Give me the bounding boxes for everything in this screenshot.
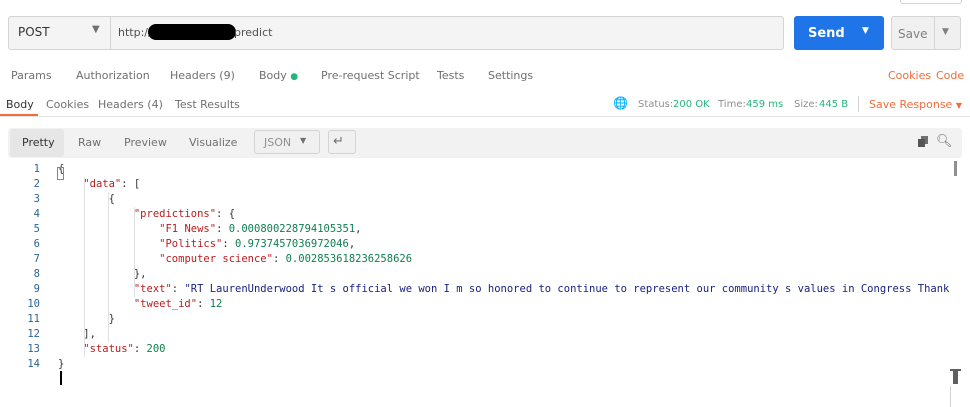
send-dropdown-icon[interactable]: ▼ [862,26,869,36]
save-response-label: Save Response [869,98,953,111]
chevron-down-icon: ▼ [955,101,962,110]
search-icon[interactable]: 🔍︎ [936,134,953,149]
cookies-link[interactable]: Cookies [888,69,931,82]
tab-tests[interactable]: Tests [437,69,464,82]
time-label: Time: [718,99,746,110]
view-visualize[interactable]: Visualize [189,136,237,149]
resp-tab-cookies[interactable]: Cookies [46,98,89,111]
tab-authorization[interactable]: Authorization [76,69,150,82]
tab-settings[interactable]: Settings [488,69,533,82]
wrap-icon: ↵ [333,134,344,149]
save-response-button[interactable]: Save Response ▼ [869,98,962,111]
scrollbar-thumb[interactable] [953,370,958,384]
text-cursor [60,371,62,385]
bracket-match-marker [57,167,64,180]
send-label[interactable]: Send [808,26,845,41]
window-corner [900,0,962,4]
save-divider [934,16,935,50]
view-raw[interactable]: Raw [78,136,101,149]
status-value: 200 OK [673,99,710,110]
resp-tab-test-results[interactable]: Test Results [175,98,240,111]
chevron-down-icon[interactable]: ▼ [92,24,100,35]
status-divider [858,96,859,112]
size-value: 445 B [819,99,849,110]
size-label: Size: [794,99,818,110]
view-preview[interactable]: Preview [124,136,167,149]
resp-tab-headers[interactable]: Headers (4) [98,98,163,111]
tab-headers[interactable]: Headers (9) [170,69,235,82]
body-indicator-icon: ● [290,72,299,82]
copy-icon[interactable] [918,136,928,147]
method-label: POST [18,25,50,39]
url-prefix[interactable]: http:// [118,26,152,39]
redaction-mark [148,24,236,40]
divider [0,116,970,117]
tab-prerequest[interactable]: Pre-request Script [321,69,420,82]
view-pretty[interactable]: Pretty [22,136,55,149]
tab-params[interactable]: Params [11,69,52,82]
url-suffix[interactable]: predict [234,26,272,39]
globe-icon[interactable]: 🌐 [613,96,628,110]
format-label: JSON [264,136,292,149]
save-dropdown-icon[interactable]: ▼ [942,27,949,37]
resp-tab-body[interactable]: Body [6,98,34,111]
code-link[interactable]: Code [936,69,964,82]
divider [950,386,951,407]
status-label: Status: [638,99,674,110]
scrollbar[interactable] [954,161,957,176]
time-value: 459 ms [746,99,784,110]
chevron-down-icon: ▼ [300,136,307,145]
tab-body[interactable]: Body ● [259,69,298,82]
tab-body-label: Body [259,69,287,82]
save-label[interactable]: Save [898,27,927,41]
